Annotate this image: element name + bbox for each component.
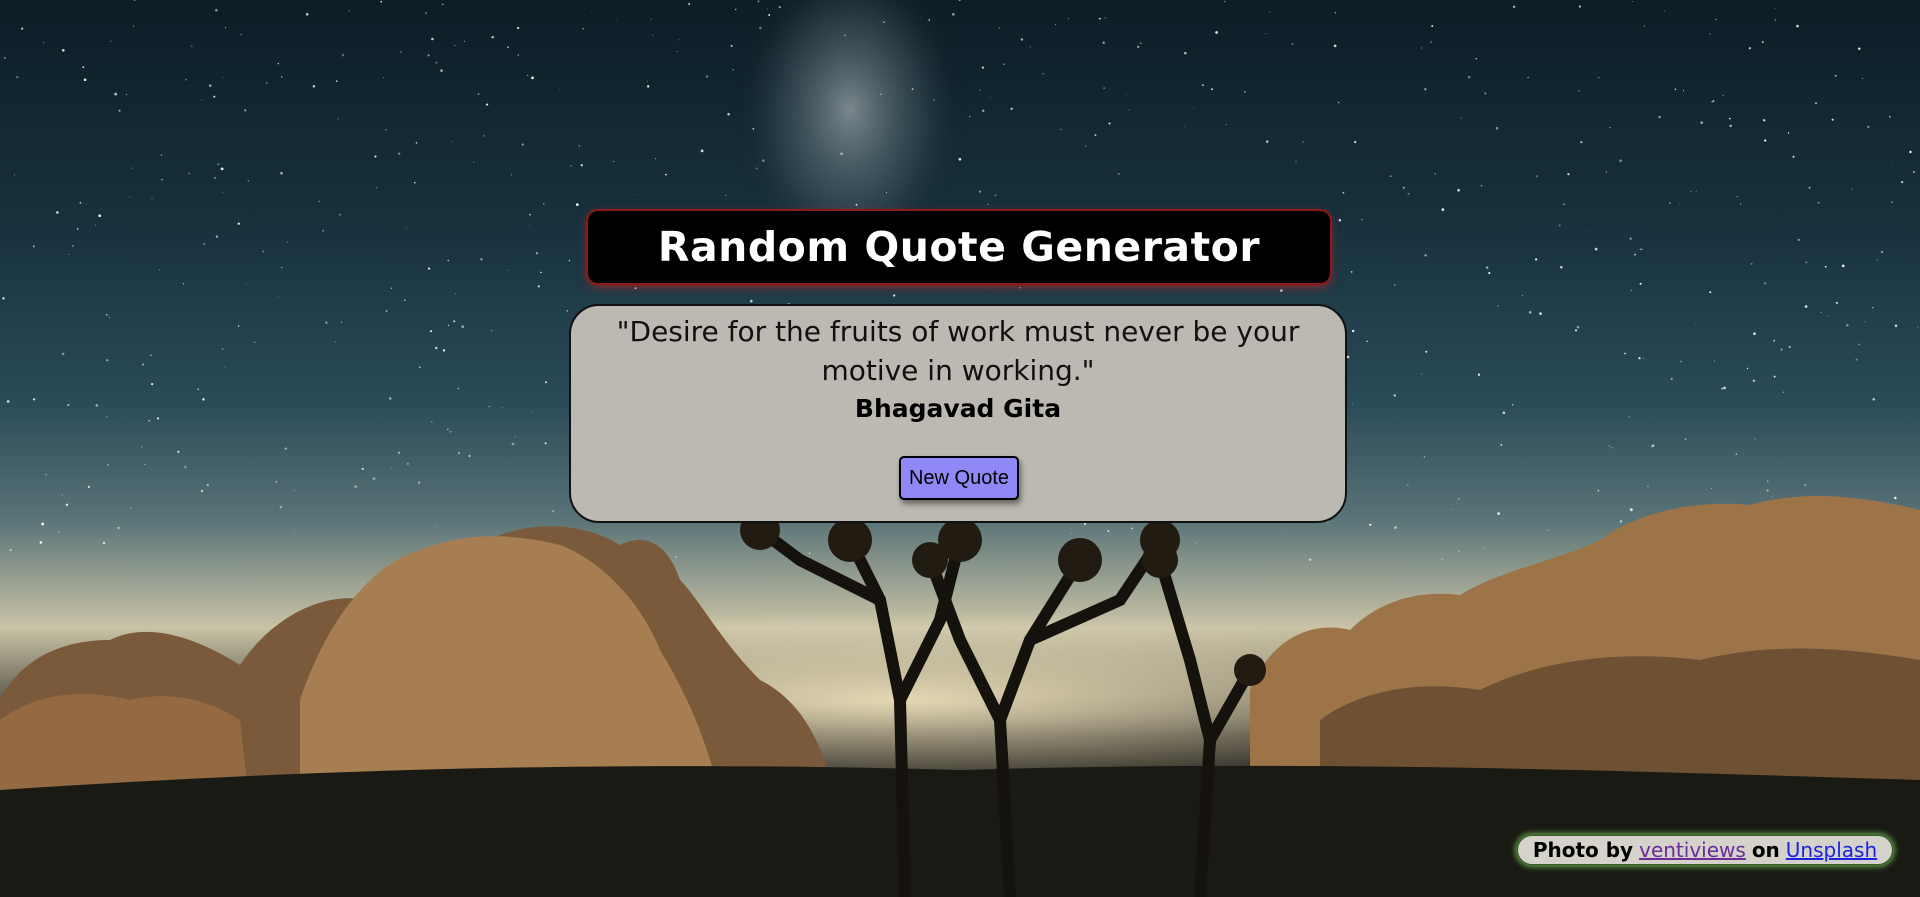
quote-card: "Desire for the fruits of work must neve… [569,304,1347,523]
title-banner: Random Quote Generator [588,211,1330,283]
background-photo: Random Quote Generator "Desire for the f… [0,0,1920,897]
credit-prefix: Photo by [1532,838,1634,862]
quote-author: Bhagavad Gita [854,394,1062,423]
credit-middle: on [1751,838,1780,862]
page-title: Random Quote Generator [657,223,1261,271]
photo-credit: Photo by ventiviews on Unsplash [1517,835,1893,865]
unsplash-link[interactable]: Unsplash [1786,838,1877,862]
photographer-link[interactable]: ventiviews [1639,838,1746,862]
new-quote-button[interactable]: New Quote [899,456,1019,500]
quote-text: "Desire for the fruits of work must neve… [616,315,1300,387]
